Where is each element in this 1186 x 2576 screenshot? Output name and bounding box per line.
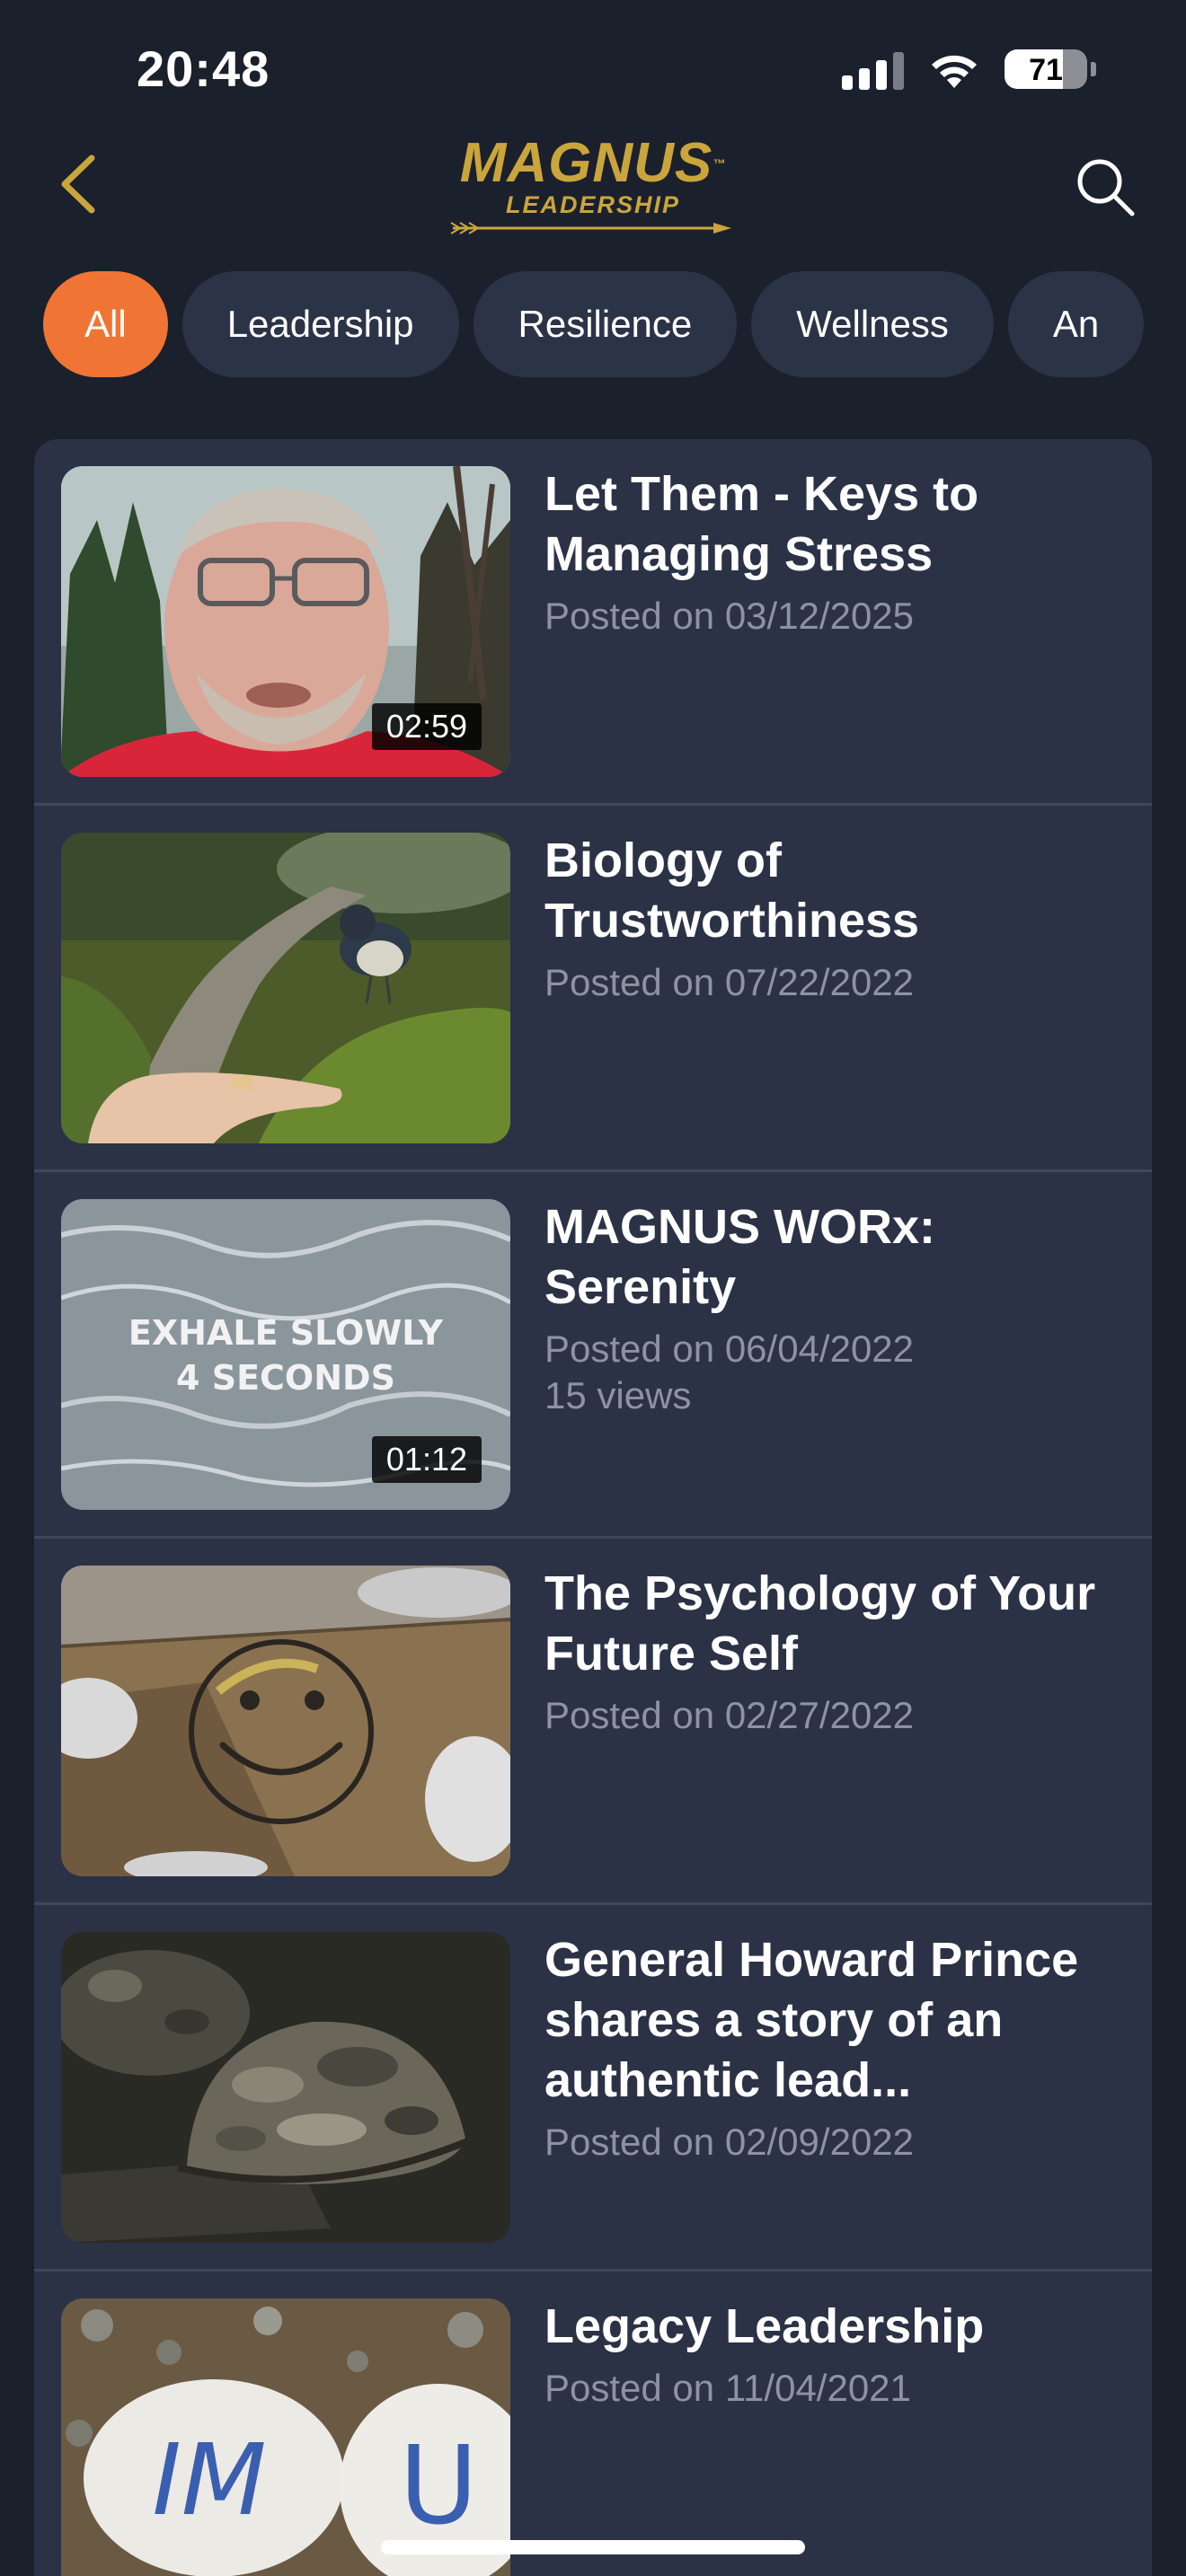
video-list-item[interactable]: IM U Legacy Leadership Posted on 11/04/2… [34, 2272, 1152, 2576]
video-posted-date: Posted on 03/12/2025 [544, 595, 915, 637]
chalk-smiley-thumbnail [61, 1566, 510, 1876]
battery-level: 71 [1029, 53, 1063, 87]
category-filter-bar: All Leadership Resilience Wellness An [43, 271, 1145, 379]
status-time: 20:48 [137, 40, 270, 97]
filter-chip-leadership[interactable]: Leadership [181, 271, 459, 377]
video-list-item[interactable]: EXHALE SLOWLY 4 SECONDS 01:12 MAGNUS WOR… [34, 1172, 1152, 1539]
video-posted-date: Posted on 11/04/2021 [544, 2367, 911, 2409]
video-list-item[interactable]: General Howard Prince shares a story of … [34, 1905, 1152, 2272]
video-thumbnail [61, 1932, 510, 2243]
video-thumbnail [61, 833, 510, 1143]
logo-subtitle: LEADERSHIP [505, 191, 681, 218]
thumbnail-caption-line-1: IM [152, 2422, 266, 2537]
video-posted-date: Posted on 02/27/2022 [544, 1694, 915, 1736]
video-thumbnail [61, 1566, 510, 1876]
video-title: MAGNUS WORx: Serenity [544, 1200, 935, 1314]
filter-chip-resilience[interactable]: Resilience [473, 271, 738, 377]
video-info: Legacy Leadership Posted on 11/04/2021 [544, 2297, 1137, 2413]
logo-arrow-icon [450, 222, 731, 234]
video-info: Biology of Trustworthiness Posted on 07/… [544, 831, 1137, 1007]
thumbnail-caption-line-1: EXHALE SLOWLY [128, 1313, 444, 1353]
search-button[interactable] [1069, 151, 1141, 223]
video-info: Let Them - Keys to Managing Stress Poste… [544, 464, 1137, 640]
filter-chip-label: All [84, 303, 127, 345]
video-info: The Psychology of Your Future Self Poste… [544, 1564, 1137, 1740]
back-button[interactable] [47, 153, 110, 216]
video-title: The Psychology of Your Future Self [544, 1566, 1096, 1681]
video-title: General Howard Prince shares a story of … [544, 1933, 1079, 2107]
bird-on-moss-thumbnail [61, 833, 510, 1143]
video-list-item[interactable]: Biology of Trustworthiness Posted on 07/… [34, 806, 1152, 1172]
video-thumbnail: IM U [61, 2298, 510, 2576]
video-title: Biology of Trustworthiness [544, 834, 920, 948]
video-list-item[interactable]: The Psychology of Your Future Self Poste… [34, 1539, 1152, 1905]
video-list: 02:59 Let Them - Keys to Managing Stress… [34, 439, 1152, 2576]
search-icon [1077, 159, 1135, 216]
logo-trademark: ™ [712, 156, 727, 171]
video-info: General Howard Prince shares a story of … [544, 1930, 1137, 2166]
chevron-left-icon [61, 154, 95, 214]
filter-chip-label: Resilience [518, 303, 693, 345]
cellular-signal-icon [842, 49, 904, 90]
battery-tip [1091, 62, 1096, 76]
painted-rocks-thumbnail: IM U [61, 2298, 510, 2576]
filter-chip-label: Leadership [226, 303, 414, 345]
video-posted-date: Posted on 02/09/2022 [544, 2121, 915, 2163]
filter-chip-wellness[interactable]: Wellness [751, 271, 994, 377]
video-view-count: 15 views [544, 1374, 692, 1416]
home-indicator[interactable] [381, 2540, 805, 2554]
video-info: MAGNUS WORx: Serenity Posted on 06/04/20… [544, 1197, 1137, 1418]
wifi-icon [932, 55, 977, 88]
video-title: Let Them - Keys to Managing Stress [544, 467, 979, 581]
video-duration: 01:12 [371, 1436, 482, 1483]
thumbnail-caption-line-2: 4 SECONDS [176, 1358, 395, 1398]
thumbnail-caption-line-2: U [399, 2424, 478, 2549]
magnus-leadership-logo: MAGNUS™ LEADERSHIP [440, 135, 746, 238]
video-thumbnail: 02:59 [61, 466, 510, 777]
filter-chip-label: Wellness [796, 303, 949, 345]
filter-chip-label: An [1052, 303, 1100, 345]
video-list-item[interactable]: 02:59 Let Them - Keys to Managing Stress… [34, 439, 1152, 806]
screen: 20:48 71 MAGNUS™ LEADERSHIP All Leadersh… [0, 0, 1186, 2576]
video-posted-date: Posted on 07/22/2022 [544, 961, 915, 1003]
logo-wordmark: MAGNUS [459, 132, 713, 194]
video-title: Legacy Leadership [544, 2299, 985, 2353]
military-helmet-thumbnail [61, 1932, 510, 2243]
battery-icon: 71 [1005, 49, 1087, 89]
app-header: MAGNUS™ LEADERSHIP [0, 135, 1186, 251]
video-duration: 02:59 [371, 703, 482, 750]
status-bar: 20:48 71 [0, 0, 1186, 135]
status-icons: 71 [842, 47, 1096, 92]
video-posted-date: Posted on 06/04/2022 [544, 1328, 915, 1370]
filter-chip-all[interactable]: All [43, 271, 168, 377]
video-thumbnail: EXHALE SLOWLY 4 SECONDS 01:12 [61, 1199, 510, 1510]
filter-chip-partial[interactable]: An [1007, 271, 1145, 377]
